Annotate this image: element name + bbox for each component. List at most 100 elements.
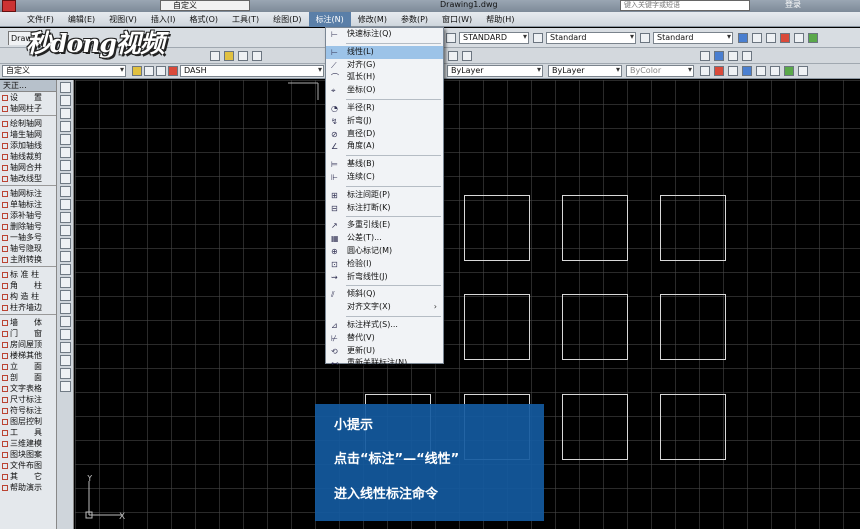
palette-item[interactable]: 添加轴线	[0, 140, 56, 151]
palette-item[interactable]: 轴网合并	[0, 162, 56, 173]
palette-item[interactable]: 图层控制	[0, 416, 56, 427]
prop-icon-f[interactable]	[770, 66, 780, 76]
draw-tool-icon[interactable]	[60, 95, 71, 106]
palette-item[interactable]: 墙生轴网	[0, 129, 56, 140]
dim-menu-item[interactable]: ⊬ 替代(V)	[326, 332, 443, 345]
dim-menu-item[interactable]: ⊿ 标注样式(S)...	[326, 319, 443, 332]
dim-menu-item[interactable]: ⊡ 检验(I)	[326, 258, 443, 271]
palette-item[interactable]: 单轴标注	[0, 199, 56, 210]
dim-menu-item[interactable]: ⊷ 重新关联标注(N)	[326, 357, 443, 370]
layer-iso-icon[interactable]	[252, 51, 262, 61]
toolbar-icon-b[interactable]	[766, 33, 776, 43]
search-input[interactable]: 键入关键字或短语	[620, 0, 750, 11]
app-menu-button[interactable]	[2, 0, 16, 12]
menu-file[interactable]: 文件(F)	[20, 12, 61, 27]
prop-icon-g[interactable]	[784, 66, 794, 76]
dim-menu-item[interactable]: ⟲ 更新(U)	[326, 345, 443, 358]
palette-item[interactable]: 墙 体	[0, 317, 56, 328]
toolbar-icon-e[interactable]	[808, 33, 818, 43]
plotstyle-select[interactable]: ByColor	[626, 65, 694, 77]
prop-icon-d[interactable]	[742, 66, 752, 76]
dim-menu-item[interactable]: ⟋ 对齐(G)	[326, 59, 443, 72]
draw-tool-icon[interactable]	[60, 303, 71, 314]
toolbar-icon-d[interactable]	[794, 33, 804, 43]
prop-icon-b[interactable]	[714, 66, 724, 76]
palette-item[interactable]: 楼梯其他	[0, 350, 56, 361]
draw-tool-icon[interactable]	[60, 160, 71, 171]
prop-icon-c[interactable]	[728, 66, 738, 76]
palette-item[interactable]: 轴改线型	[0, 173, 56, 184]
palette-item[interactable]: 轴线裁剪	[0, 151, 56, 162]
palette-item[interactable]: 删除轴号	[0, 221, 56, 232]
draw-tool-icon[interactable]	[60, 277, 71, 288]
text-style-select[interactable]: STANDARD	[459, 32, 529, 44]
login-button[interactable]: 登录	[785, 0, 801, 10]
dim-menu-item[interactable]: ⊞ 标注间距(P)	[326, 189, 443, 202]
draw-tool-icon[interactable]	[60, 329, 71, 340]
menu-insert[interactable]: 插入(I)	[144, 12, 183, 27]
palette-item[interactable]: 三维建模	[0, 438, 56, 449]
lock-icon[interactable]	[156, 66, 166, 76]
layer-previous-icon[interactable]	[238, 51, 248, 61]
square-r3c2[interactable]	[562, 394, 628, 460]
palette-item[interactable]: 尺寸标注	[0, 394, 56, 405]
square-r2c2[interactable]	[562, 294, 628, 360]
menu-tools[interactable]: 工具(T)	[225, 12, 266, 27]
color-select[interactable]: ByLayer	[447, 65, 543, 77]
dim-menu-item[interactable]: ↗ 多重引线(E)	[326, 219, 443, 232]
toolbar-icon-a[interactable]	[752, 33, 762, 43]
draw-icon-b[interactable]	[462, 51, 472, 61]
palette-item[interactable]: 剖 面	[0, 372, 56, 383]
dim-style-icon[interactable]	[533, 33, 543, 43]
square-r2c1[interactable]	[464, 294, 530, 360]
menu-window[interactable]: 窗口(W)	[435, 12, 479, 27]
draw-tool-icon[interactable]	[60, 82, 71, 93]
dim-menu-item[interactable]: ⊢ 线性(L)	[326, 45, 443, 59]
dim-menu-item[interactable]: ⫽ 倾斜(Q)	[326, 288, 443, 301]
sun-icon[interactable]	[144, 66, 154, 76]
modify-icon-c[interactable]	[728, 51, 738, 61]
multileader-style-icon[interactable]	[738, 33, 748, 43]
menu-parametric[interactable]: 参数(P)	[394, 12, 435, 27]
draw-tool-icon[interactable]	[60, 342, 71, 353]
square-r1c2[interactable]	[562, 195, 628, 261]
palette-item[interactable]: 绘制轴网	[0, 118, 56, 129]
palette-item[interactable]: 房间屋顶	[0, 339, 56, 350]
draw-tool-icon[interactable]	[60, 121, 71, 132]
dim-menu-item[interactable]: ⊩ 连续(C)	[326, 171, 443, 184]
palette-item[interactable]: 标 准 柱	[0, 269, 56, 280]
dim-style-select[interactable]: Standard	[546, 32, 636, 44]
draw-tool-icon[interactable]	[60, 212, 71, 223]
dim-menu-item[interactable]: 对齐文字(X) ›	[326, 301, 443, 314]
dim-menu-item[interactable]: ⊕ 圆心标记(M)	[326, 245, 443, 258]
square-r3c3[interactable]	[660, 394, 726, 460]
prop-icon-e[interactable]	[756, 66, 766, 76]
palette-item[interactable]: 符号标注	[0, 405, 56, 416]
dim-menu-item[interactable]: ⌒ 弧长(H)	[326, 71, 443, 84]
table-style-icon[interactable]	[640, 33, 650, 43]
palette-item[interactable]: 柱齐墙边	[0, 302, 56, 313]
draw-tool-icon[interactable]	[60, 108, 71, 119]
dim-menu-item[interactable]: ⊘ 直径(D)	[326, 128, 443, 141]
modify-icon-a[interactable]	[700, 51, 710, 61]
draw-tool-icon[interactable]	[60, 381, 71, 392]
layer-state-icon[interactable]	[224, 51, 234, 61]
palette-item[interactable]: 轴网柱子	[0, 103, 56, 114]
menu-modify[interactable]: 修改(M)	[351, 12, 394, 27]
palette-item[interactable]: 门 窗	[0, 328, 56, 339]
draw-tool-icon[interactable]	[60, 355, 71, 366]
palette-item[interactable]: 轴号隐现	[0, 243, 56, 254]
linetype-select[interactable]: ByLayer	[548, 65, 622, 77]
layer-select[interactable]: DASH	[180, 65, 324, 77]
draw-tool-icon[interactable]	[60, 368, 71, 379]
palette-item[interactable]: 设 置	[0, 92, 56, 103]
palette-item[interactable]: 立 面	[0, 361, 56, 372]
palette-item[interactable]: 文件布图	[0, 460, 56, 471]
lightbulb-icon[interactable]	[132, 66, 142, 76]
dim-menu-item[interactable]: ↯ 折弯(J)	[326, 115, 443, 128]
draw-tool-icon[interactable]	[60, 238, 71, 249]
dim-menu-item[interactable]: ⊟ 标注打断(K)	[326, 202, 443, 215]
draw-tool-icon[interactable]	[60, 147, 71, 158]
modify-icon-d[interactable]	[742, 51, 752, 61]
draw-tool-icon[interactable]	[60, 186, 71, 197]
